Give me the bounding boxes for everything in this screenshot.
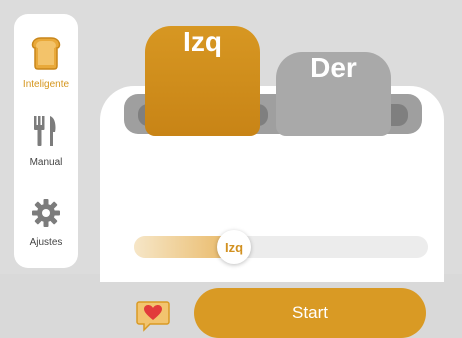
slider-thumb[interactable]: Izq [217, 230, 251, 264]
sidebar-item-label: Manual [29, 157, 63, 168]
fork-knife-icon [31, 114, 61, 153]
toast-slot-right[interactable]: Der [276, 52, 391, 136]
left-slot-label: Izq [183, 26, 222, 57]
side-slider[interactable]: Izq [134, 230, 428, 264]
right-slot-label: Der [310, 52, 357, 83]
slider-thumb-label: Izq [224, 239, 244, 255]
toaster-app: Inteligente Manual Ajustes Izq Start Der… [0, 0, 462, 338]
heart-speech-bubble-icon [136, 301, 170, 336]
sidebar-item-label: Inteligente [22, 79, 70, 90]
sidebar-item-label: Ajustes [29, 237, 63, 248]
sidebar-item-inteligente[interactable]: Inteligente [14, 36, 78, 90]
sidebar: Inteligente Manual Ajustes [14, 14, 78, 268]
sidebar-item-ajustes[interactable]: Ajustes [14, 198, 78, 248]
toast-slot-left[interactable]: Izq [145, 26, 260, 136]
toaster: Izq Start Der Izq [88, 8, 462, 338]
sidebar-item-manual[interactable]: Manual [14, 114, 78, 168]
gear-icon [31, 198, 61, 233]
favorite-button[interactable] [136, 300, 170, 332]
start-button[interactable]: Start [194, 288, 426, 338]
toast-icon [31, 36, 61, 75]
